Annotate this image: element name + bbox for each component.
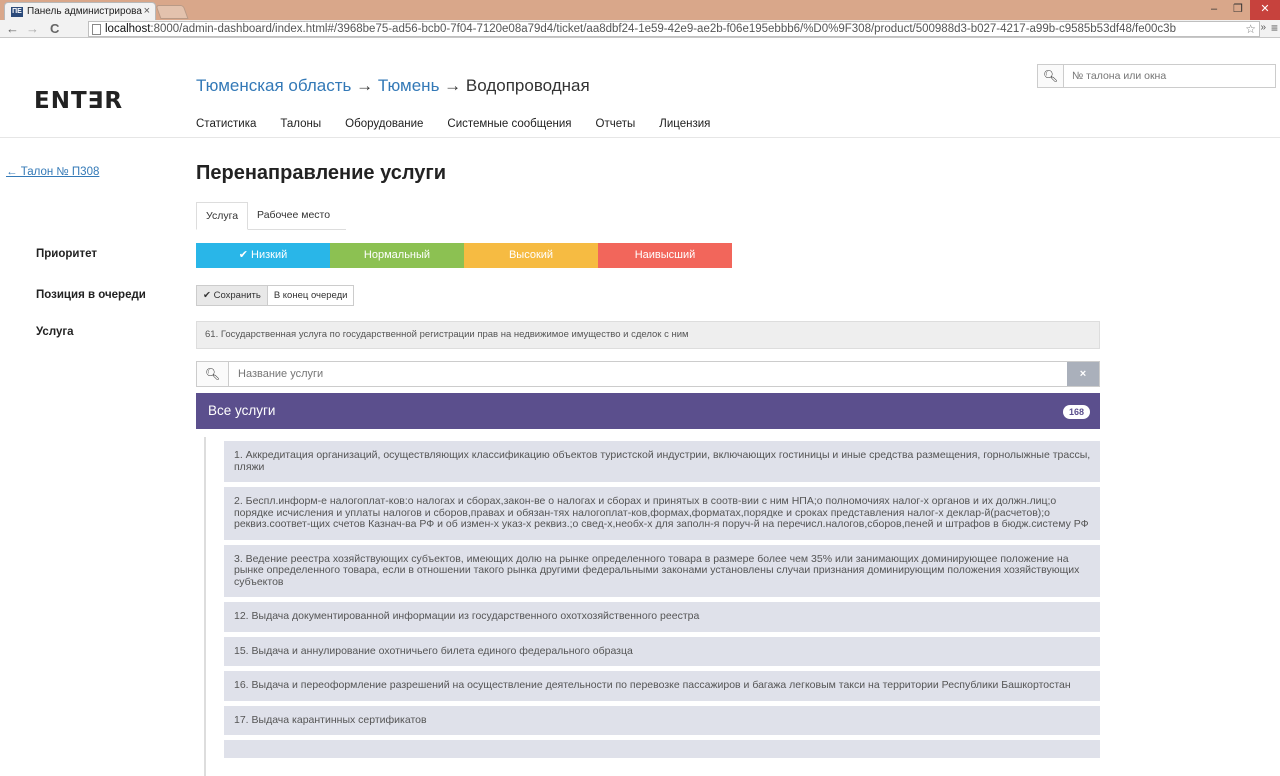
all-services-header[interactable]: Все услуги 168: [196, 393, 1100, 429]
extensions-chevron-icon[interactable]: »: [1260, 22, 1266, 33]
all-services-label: Все услуги: [208, 403, 276, 418]
back-arrow-icon[interactable]: ←: [6, 21, 19, 36]
priority-low-button[interactable]: ✔ Низкий: [196, 243, 330, 268]
list-item[interactable]: 3. Ведение реестра хозяйствующих субъект…: [224, 544, 1100, 597]
list-item[interactable]: 1. Аккредитация организаций, осуществляю…: [224, 441, 1100, 482]
nav-reports[interactable]: Отчеты: [596, 118, 636, 130]
breadcrumb: Тюменская область → Тюмень → Водопроводн…: [196, 76, 590, 96]
nav-system-messages[interactable]: Системные сообщения: [447, 118, 571, 130]
nav-license[interactable]: Лицензия: [659, 118, 710, 130]
window-close-icon[interactable]: ✕: [1250, 0, 1280, 20]
new-tab-button[interactable]: [155, 5, 189, 19]
tab-workplace[interactable]: Рабочее место: [248, 202, 339, 229]
list-item[interactable]: 2. Беспл.информ-е налогоплат-ков:о налог…: [224, 487, 1100, 540]
tab-close-icon[interactable]: ×: [144, 5, 150, 17]
priority-selector: ✔ Низкий Нормальный Высокий Наивысший: [196, 243, 732, 268]
end-of-queue-button[interactable]: В конец очереди: [267, 285, 355, 306]
tab-service[interactable]: Услуга: [196, 202, 249, 230]
ticket-search-input[interactable]: [1064, 65, 1275, 87]
list-item[interactable]: 15. Выдача и аннулирование охотничьего б…: [224, 636, 1100, 666]
clear-search-button[interactable]: ×: [1067, 362, 1099, 386]
window-controls: – ❐ ✕: [1202, 0, 1280, 20]
reload-icon[interactable]: C: [50, 21, 59, 36]
list-item[interactable]: [224, 740, 1100, 758]
breadcrumb-city[interactable]: Тюмень: [378, 76, 440, 95]
redirect-tabs: Услуга Рабочее место: [196, 202, 346, 230]
browser-toolbar: ← → C localhost:8000/admin-dashboard/ind…: [0, 20, 1280, 38]
priority-normal-button[interactable]: Нормальный: [330, 243, 464, 268]
priority-highest-button[interactable]: Наивысший: [598, 243, 732, 268]
services-list: 1. Аккредитация организаций, осуществляю…: [224, 441, 1100, 763]
browser-titlebar: ПЕ Панель администрирова × – ❐ ✕: [0, 0, 1280, 20]
breadcrumb-branch: Водопроводная: [465, 76, 590, 95]
bookmark-star-icon[interactable]: ☆: [1245, 22, 1256, 36]
service-search: 🔍︎ ×: [196, 361, 1100, 387]
ticket-search: 🔍︎: [1037, 64, 1276, 88]
top-nav: Статистика Талоны Оборудование Системные…: [196, 118, 710, 130]
tab-title: Панель администрирова: [27, 6, 142, 17]
services-count-badge: 168: [1062, 405, 1090, 419]
maximize-icon[interactable]: ❐: [1226, 0, 1250, 20]
favicon-icon: ПЕ: [11, 7, 23, 17]
forward-arrow-icon[interactable]: →: [26, 21, 39, 36]
keep-position-button[interactable]: ✔ Сохранить: [196, 285, 268, 306]
priority-high-button[interactable]: Высокий: [464, 243, 598, 268]
priority-label: Приоритет: [36, 248, 97, 260]
page-icon: [92, 24, 101, 35]
queue-position-label: Позиция в очереди: [36, 289, 146, 301]
back-to-ticket-link[interactable]: ← Талон № П308: [6, 166, 99, 178]
nav-tickets[interactable]: Талоны: [280, 118, 321, 130]
service-label: Услуга: [36, 326, 74, 338]
browser-tab[interactable]: ПЕ Панель администрирова ×: [4, 2, 156, 20]
breadcrumb-arrow: →: [356, 76, 374, 95]
breadcrumb-region[interactable]: Тюменская область: [196, 76, 351, 95]
list-item[interactable]: 16. Выдача и переоформление разрешений н…: [224, 671, 1100, 701]
selected-service: 61. Государственная услуга по государств…: [196, 321, 1100, 349]
breadcrumb-arrow: →: [444, 76, 462, 95]
list-item[interactable]: 17. Выдача карантинных сертификатов: [224, 705, 1100, 735]
menu-icon[interactable]: ≡: [1271, 21, 1278, 35]
address-bar[interactable]: localhost:8000/admin-dashboard/index.htm…: [88, 21, 1260, 37]
nav-statistics[interactable]: Статистика: [196, 118, 256, 130]
list-item[interactable]: 12. Выдача документированной информации …: [224, 602, 1100, 632]
page-title: Перенаправление услуги: [196, 162, 447, 184]
queue-position-selector: ✔ Сохранить В конец очереди: [196, 285, 355, 306]
search-icon: 🔍︎: [197, 362, 229, 386]
header-divider: [0, 137, 1280, 138]
url-path: :8000/admin-dashboard/index.html#/3968be…: [150, 23, 1176, 35]
url-host: localhost: [105, 23, 151, 35]
search-icon: 🔍︎: [1038, 65, 1064, 87]
service-search-input[interactable]: [229, 362, 1067, 386]
minimize-icon[interactable]: –: [1202, 0, 1226, 20]
nav-equipment[interactable]: Оборудование: [345, 118, 423, 130]
services-list-container: 1. Аккредитация организаций, осуществляю…: [204, 437, 1100, 776]
logo: ENT∃R: [34, 88, 124, 114]
